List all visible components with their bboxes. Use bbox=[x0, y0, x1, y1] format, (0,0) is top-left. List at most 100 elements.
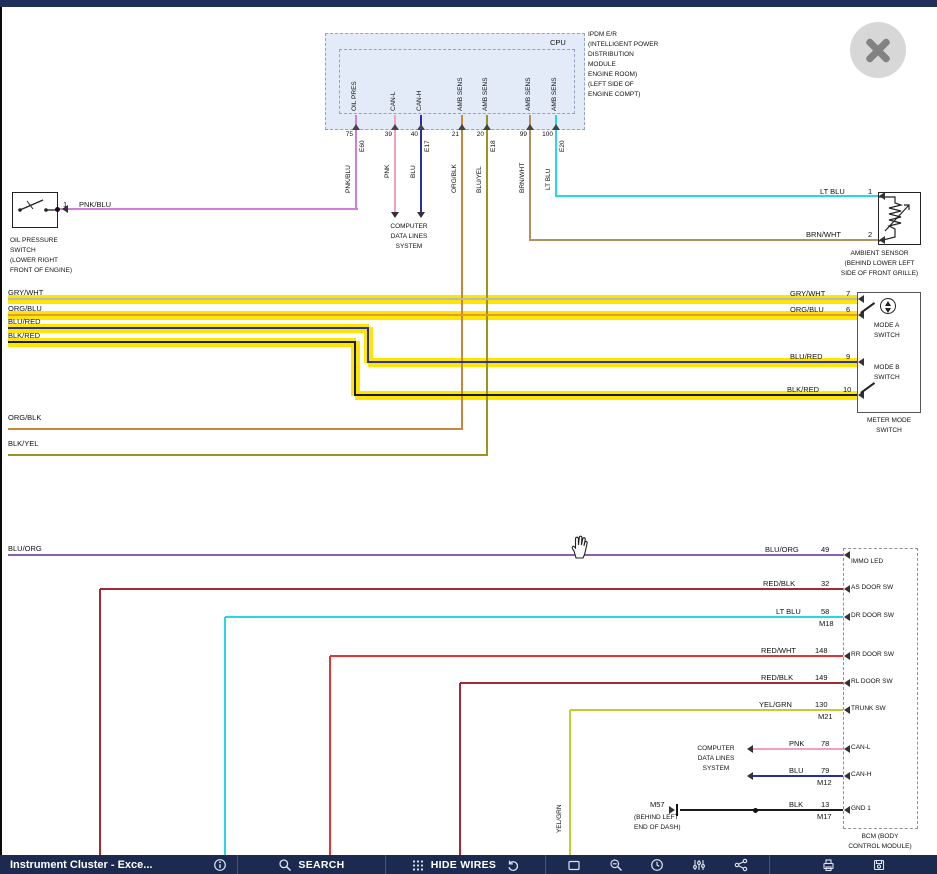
text-line: DISTRIBUTION bbox=[588, 50, 658, 60]
text-line: SYSTEM bbox=[378, 242, 440, 252]
wire-pnk-bot[interactable] bbox=[752, 748, 843, 750]
wire-lt-blu-dr[interactable] bbox=[224, 617, 226, 856]
oil-pressure-switch-box[interactable] bbox=[12, 192, 58, 228]
pin-number: 100 bbox=[539, 132, 553, 139]
save-button[interactable] bbox=[872, 858, 886, 872]
wiring-diagram-viewer[interactable]: 1PNK/BLUPNK/BLUPNKBLUORG/BLKORG/BLKBLK/Y… bbox=[0, 0, 937, 874]
arrow-marker bbox=[417, 212, 425, 218]
wire-yel-grn[interactable] bbox=[569, 710, 571, 856]
text-line: CONTROL MODULE) bbox=[838, 842, 922, 852]
history-clock-icon bbox=[650, 858, 664, 872]
wire-label: BLK/YEL bbox=[8, 440, 38, 448]
bcm-pin-label: GND 1 bbox=[851, 806, 871, 813]
arrow-marker bbox=[844, 745, 850, 753]
pin-number: 20 bbox=[470, 132, 484, 139]
text-line: END OF DASH) bbox=[634, 823, 681, 833]
wire-blu-red[interactable] bbox=[368, 361, 857, 363]
junction-dot bbox=[753, 808, 758, 813]
undo-button[interactable] bbox=[506, 858, 520, 872]
oil-switch-description: OIL PRESSURESWITCH(LOWER RIGHTFRONT OF E… bbox=[10, 236, 72, 276]
wire-blu-red[interactable] bbox=[8, 327, 369, 329]
wire-label: BRN/WHT bbox=[520, 163, 527, 193]
document-title: Instrument Cluster - Exce... bbox=[10, 859, 152, 871]
wire-red-wht[interactable] bbox=[330, 655, 843, 657]
close-button[interactable] bbox=[850, 22, 906, 78]
mode-a-label: MODE ASWITCH bbox=[874, 321, 900, 341]
arrow-marker bbox=[858, 358, 864, 366]
ipdm-pin-name: AMB SENS bbox=[458, 77, 465, 111]
print-button[interactable] bbox=[821, 858, 836, 872]
connector-code: E20 bbox=[560, 140, 567, 152]
arrow-marker bbox=[858, 295, 864, 303]
wire-org-blu[interactable] bbox=[8, 314, 857, 316]
text-line: OIL PRESSURE bbox=[10, 236, 72, 246]
wire-blk-gnd[interactable] bbox=[680, 809, 843, 811]
text-line: (BEHIND LEFT bbox=[634, 813, 681, 823]
wire-red-wht[interactable] bbox=[329, 656, 331, 856]
wire-red-blk-rl[interactable] bbox=[459, 683, 461, 856]
wire-blu-red[interactable] bbox=[367, 327, 369, 363]
wire-label: 58 bbox=[821, 608, 829, 616]
wire-blu-org[interactable] bbox=[8, 554, 843, 556]
wire-pnk-top[interactable] bbox=[394, 115, 396, 215]
meter-mode-switch-label: METER MODESWITCH bbox=[855, 416, 923, 436]
text-line: AMBIENT SENSOR bbox=[824, 249, 935, 259]
wire-blu-top[interactable] bbox=[420, 115, 422, 215]
wire-blu-bot[interactable] bbox=[752, 775, 843, 777]
wire-label: RED/BLK bbox=[763, 580, 795, 588]
wire-blk-yel[interactable] bbox=[8, 454, 488, 456]
wire-org-blk[interactable] bbox=[8, 428, 463, 430]
hide-wires-dots-icon bbox=[411, 858, 425, 872]
ipdm-pin-name: AMB SENS bbox=[552, 77, 559, 111]
connector-chevron bbox=[552, 124, 560, 130]
wire-lt-blu-dr[interactable] bbox=[225, 616, 843, 618]
wire-label: ORG/BLU bbox=[790, 306, 824, 314]
wire-red-blk-as[interactable] bbox=[99, 589, 101, 856]
wire-blk-yel[interactable] bbox=[486, 115, 488, 456]
wire-brn-wht[interactable] bbox=[529, 239, 878, 241]
bcm-pin-label: TRUNK SW bbox=[851, 706, 886, 713]
arrow-marker bbox=[844, 652, 850, 660]
wire-red-blk-as[interactable] bbox=[100, 588, 843, 590]
wire-label: LT BLU bbox=[546, 169, 553, 190]
wire-label: ORG/BLK bbox=[8, 414, 41, 422]
wire-blk-red[interactable] bbox=[355, 394, 857, 396]
pin-number: 99 bbox=[513, 132, 527, 139]
zoom-out-button[interactable] bbox=[609, 858, 623, 872]
wire-label: BLU/ORG bbox=[765, 546, 799, 554]
info-button[interactable] bbox=[213, 858, 227, 872]
wire-yel-grn[interactable] bbox=[570, 709, 843, 711]
arrow-marker bbox=[844, 585, 850, 593]
wire-label: 79 bbox=[821, 767, 829, 775]
wire-label: M21 bbox=[818, 713, 833, 721]
wire-brn-wht[interactable] bbox=[529, 115, 531, 241]
wire-blk-red[interactable] bbox=[354, 341, 356, 396]
share-icon bbox=[734, 858, 748, 872]
adjustments-sliders-icon bbox=[692, 858, 706, 872]
wire-label: ORG/BLK bbox=[452, 164, 459, 193]
wire-gry-wht[interactable] bbox=[8, 298, 857, 300]
wire-red-blk-rl[interactable] bbox=[460, 682, 843, 684]
arrow-marker bbox=[747, 745, 753, 753]
selection-box-button[interactable] bbox=[567, 858, 581, 872]
hide-wires-button[interactable]: HIDE WIRES bbox=[411, 858, 496, 872]
hide-wires-label: HIDE WIRES bbox=[431, 859, 496, 871]
history-button[interactable] bbox=[650, 858, 664, 872]
text-line: COMPUTER bbox=[378, 222, 440, 232]
arrow-marker bbox=[747, 772, 753, 780]
wire-label: M57 bbox=[650, 801, 665, 809]
junction-dot bbox=[55, 207, 60, 212]
info-icon bbox=[213, 858, 227, 872]
wire-org-blk[interactable] bbox=[461, 115, 463, 430]
search-button[interactable]: SEARCH bbox=[278, 858, 344, 872]
canvas-left-border bbox=[0, 7, 2, 855]
wire-label: 49 bbox=[821, 546, 829, 554]
wire-label: M18 bbox=[819, 620, 834, 628]
selection-box-icon bbox=[567, 858, 581, 872]
wire-blk-red[interactable] bbox=[8, 341, 356, 343]
text-line: ENGINE COMPT) bbox=[588, 90, 658, 100]
share-button[interactable] bbox=[734, 858, 748, 872]
search-label: SEARCH bbox=[298, 859, 344, 871]
ipdm-pin-name: OIL PRES bbox=[352, 81, 359, 111]
adjustments-button[interactable] bbox=[692, 858, 706, 872]
